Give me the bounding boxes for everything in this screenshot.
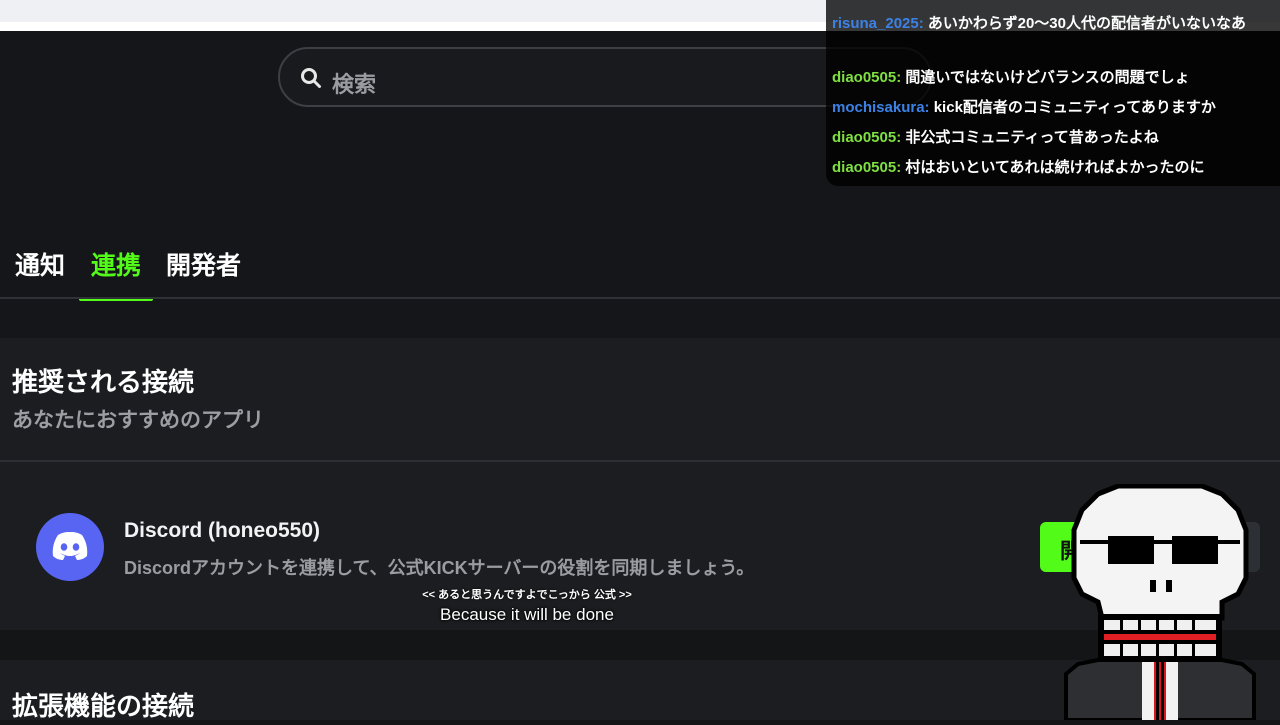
chat-overlay: risuna_2025: あいかわらず20～30人代の配信者がいないなあ dia… (826, 0, 1280, 186)
chat-message: mochisakura: kick配信者のコミュニティってありますか (832, 96, 1278, 120)
search-input[interactable]: 検索 (332, 67, 376, 99)
connection-name: Discord (honeo550) (124, 519, 321, 542)
connection-description: Discordアカウントを連携して、公式KICKサーバーの役割を同期しましょう。 (124, 558, 755, 578)
chat-message: diao0505: 間違いではないけどバランスの問題でしょ (832, 66, 1278, 90)
tab-connections[interactable]: 連携 (91, 246, 141, 282)
subtitle-original: << あると思うんですよでこっから 公式 >> (422, 589, 632, 601)
chat-text: あいかわらず20～30人代の配信者がいないなあ (927, 15, 1246, 32)
chat-message: risuna_2025: あいかわらず20～30人代の配信者がいないなあ (832, 12, 1278, 36)
chat-message: diao0505: 非公式コミュニティって昔あったよね (832, 126, 1278, 150)
chat-username: diao0505: (832, 129, 902, 146)
discord-icon (36, 513, 104, 581)
chat-username: diao0505: (832, 159, 902, 176)
tabs-divider (0, 297, 1280, 299)
chat-username: mochisakura: (832, 99, 930, 116)
chat-message: diao0505: 村はおいといてあれは続ければよかったのに (832, 156, 1278, 180)
recommended-subtitle: あなたにおすすめのアプリ (12, 409, 264, 432)
chat-text: 非公式コミュニティって昔あったよね (905, 129, 1159, 146)
extensions-title: 拡張機能の接続 (12, 691, 195, 721)
chat-text: 間違いではないけどバランスの問題でしょ (905, 69, 1190, 86)
settings-tabs: 通知 連携 開発者 (0, 240, 1280, 300)
panel-divider (0, 460, 1280, 462)
chat-text: 村はおいといてあれは続ければよかったのに (905, 159, 1205, 176)
tab-developer[interactable]: 開発者 (166, 246, 241, 282)
subtitle-translation: Because it will be done (440, 605, 614, 624)
chat-username: risuna_2025: (832, 15, 924, 32)
tab-notifications[interactable]: 通知 (15, 246, 65, 282)
vtuber-avatar (1058, 483, 1262, 722)
recommended-title: 推奨される接続 (12, 367, 195, 397)
chat-username: diao0505: (832, 69, 902, 86)
search-icon (300, 67, 322, 89)
chat-text: kick配信者のコミュニティってありますか (933, 99, 1216, 116)
